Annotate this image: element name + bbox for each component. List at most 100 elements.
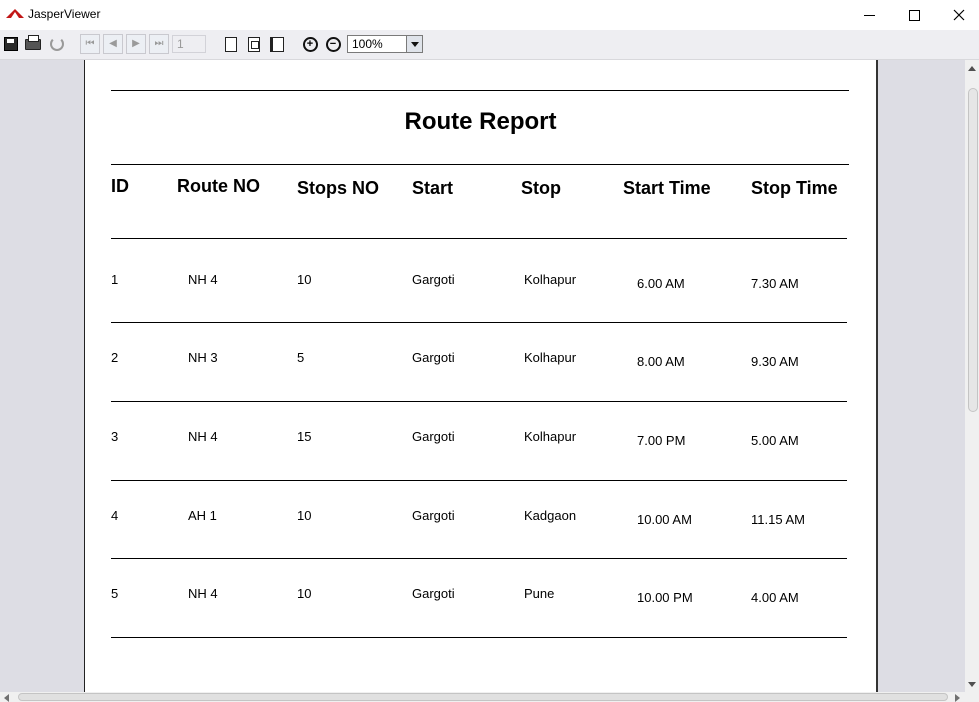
- cell-route-no: NH 4: [188, 429, 218, 444]
- fit-page-icon: [248, 36, 260, 52]
- close-button[interactable]: [936, 0, 979, 30]
- cell-stop: Pune: [524, 586, 555, 601]
- reload-button[interactable]: [47, 34, 67, 54]
- cell-stop-time: 4.00 AM: [751, 590, 799, 605]
- column-header: Route NO: [177, 176, 260, 196]
- column-header: Stop Time: [751, 178, 838, 198]
- minimize-button[interactable]: [846, 0, 892, 30]
- cell-route-no: NH 3: [188, 350, 218, 365]
- cell-stops-no: 10: [297, 272, 312, 287]
- column-header: Stops NO: [297, 178, 380, 198]
- cell-stops-no: 10: [297, 508, 312, 523]
- previous-page-icon: ◀: [109, 38, 117, 49]
- fit-page-button[interactable]: [244, 34, 264, 54]
- cell-id: 1: [111, 272, 119, 287]
- cell-stops-no: 5: [297, 350, 305, 365]
- zoom-in-icon: +: [302, 36, 318, 52]
- horizontal-scroll-thumb[interactable]: [18, 693, 948, 701]
- cell-stop-time: 9.30 AM: [751, 354, 799, 369]
- cell-stop-time: 7.30 AM: [751, 276, 799, 291]
- cell-stop: Kolhapur: [524, 272, 577, 287]
- page-number-input[interactable]: 1: [172, 35, 206, 53]
- column-header: Start: [412, 178, 454, 198]
- cell-start-time: 6.00 AM: [637, 276, 685, 291]
- cell-id: 4: [111, 508, 119, 523]
- print-icon: [25, 34, 41, 50]
- cell-route-no: NH 4: [188, 272, 218, 287]
- vertical-scroll-thumb[interactable]: [968, 88, 978, 412]
- report-title: Route Report: [404, 108, 557, 135]
- cell-start-time: 8.00 AM: [637, 354, 685, 369]
- scroll-left-icon[interactable]: [4, 694, 9, 702]
- column-header: Start Time: [623, 178, 711, 198]
- print-button[interactable]: [23, 34, 43, 54]
- fit-width-icon: [270, 36, 284, 52]
- cell-start-time: 10.00 PM: [637, 590, 693, 605]
- toolbar: ⏮ ◀ ▶ ⏭ 1 + − 100%: [0, 30, 979, 60]
- divider: [111, 164, 849, 165]
- horizontal-scrollbar[interactable]: [0, 692, 965, 702]
- zoom-out-icon: −: [325, 36, 341, 52]
- divider: [111, 322, 847, 323]
- zoom-select[interactable]: 100%: [347, 35, 423, 53]
- scroll-up-icon[interactable]: [965, 60, 979, 76]
- report-page: Route Report ID Route NO Stops NO Start …: [84, 60, 878, 692]
- column-header: Stop: [521, 178, 561, 198]
- last-page-button[interactable]: ⏭: [149, 34, 169, 54]
- cell-id: 2: [111, 350, 119, 365]
- divider: [111, 637, 847, 638]
- reload-icon: [50, 37, 64, 51]
- divider: [111, 558, 847, 559]
- minimize-icon: [863, 14, 875, 16]
- scroll-right-icon[interactable]: [955, 694, 960, 702]
- first-page-button[interactable]: ⏮: [80, 34, 100, 54]
- cell-start-time: 10.00 AM: [637, 512, 692, 527]
- cell-stop-time: 11.15 AM: [751, 512, 805, 527]
- cell-route-no: NH 4: [188, 586, 218, 601]
- zoom-value: 100%: [352, 37, 383, 51]
- jasper-logo-icon: [6, 9, 24, 18]
- report-viewer: Route Report ID Route NO Stops NO Start …: [0, 60, 965, 692]
- divider: [111, 480, 847, 481]
- cell-start: Gargoti: [412, 508, 455, 523]
- column-header: ID: [111, 176, 129, 196]
- divider: [111, 401, 847, 402]
- vertical-scrollbar[interactable]: [965, 60, 979, 692]
- cell-stop-time: 5.00 AM: [751, 433, 799, 448]
- divider: [111, 238, 847, 239]
- maximize-icon: [908, 9, 920, 21]
- last-page-icon: ⏭: [154, 38, 164, 49]
- fit-width-button[interactable]: [267, 34, 287, 54]
- cell-start-time: 7.00 PM: [637, 433, 686, 448]
- save-icon: [4, 37, 18, 51]
- cell-id: 5: [111, 586, 119, 601]
- maximize-button[interactable]: [891, 0, 937, 30]
- chevron-down-icon[interactable]: [406, 36, 422, 52]
- close-icon: [953, 9, 965, 21]
- title-bar: JasperViewer: [0, 0, 979, 30]
- save-button[interactable]: [1, 34, 21, 54]
- actual-size-button[interactable]: [221, 34, 241, 54]
- scroll-down-icon[interactable]: [965, 676, 979, 692]
- cell-stop: Kadgaon: [524, 508, 577, 523]
- first-page-icon: ⏮: [85, 38, 95, 49]
- cell-start: Gargoti: [412, 586, 455, 601]
- cell-route-no: AH 1: [188, 508, 217, 523]
- cell-id: 3: [111, 429, 119, 444]
- cell-start: Gargoti: [412, 429, 455, 444]
- cell-stop: Kolhapur: [524, 429, 577, 444]
- next-page-icon: ▶: [132, 38, 140, 49]
- zoom-in-button[interactable]: +: [300, 34, 320, 54]
- cell-start: Gargoti: [412, 350, 455, 365]
- cell-start: Gargoti: [412, 272, 455, 287]
- previous-page-button[interactable]: ◀: [103, 34, 123, 54]
- window-title: JasperViewer: [28, 7, 101, 21]
- divider: [111, 90, 849, 91]
- actual-size-icon: [225, 36, 237, 52]
- cell-stops-no: 15: [297, 429, 312, 444]
- cell-stops-no: 10: [297, 586, 312, 601]
- cell-stop: Kolhapur: [524, 350, 577, 365]
- scrollbar-corner: [965, 692, 979, 702]
- zoom-out-button[interactable]: −: [323, 34, 343, 54]
- next-page-button[interactable]: ▶: [126, 34, 146, 54]
